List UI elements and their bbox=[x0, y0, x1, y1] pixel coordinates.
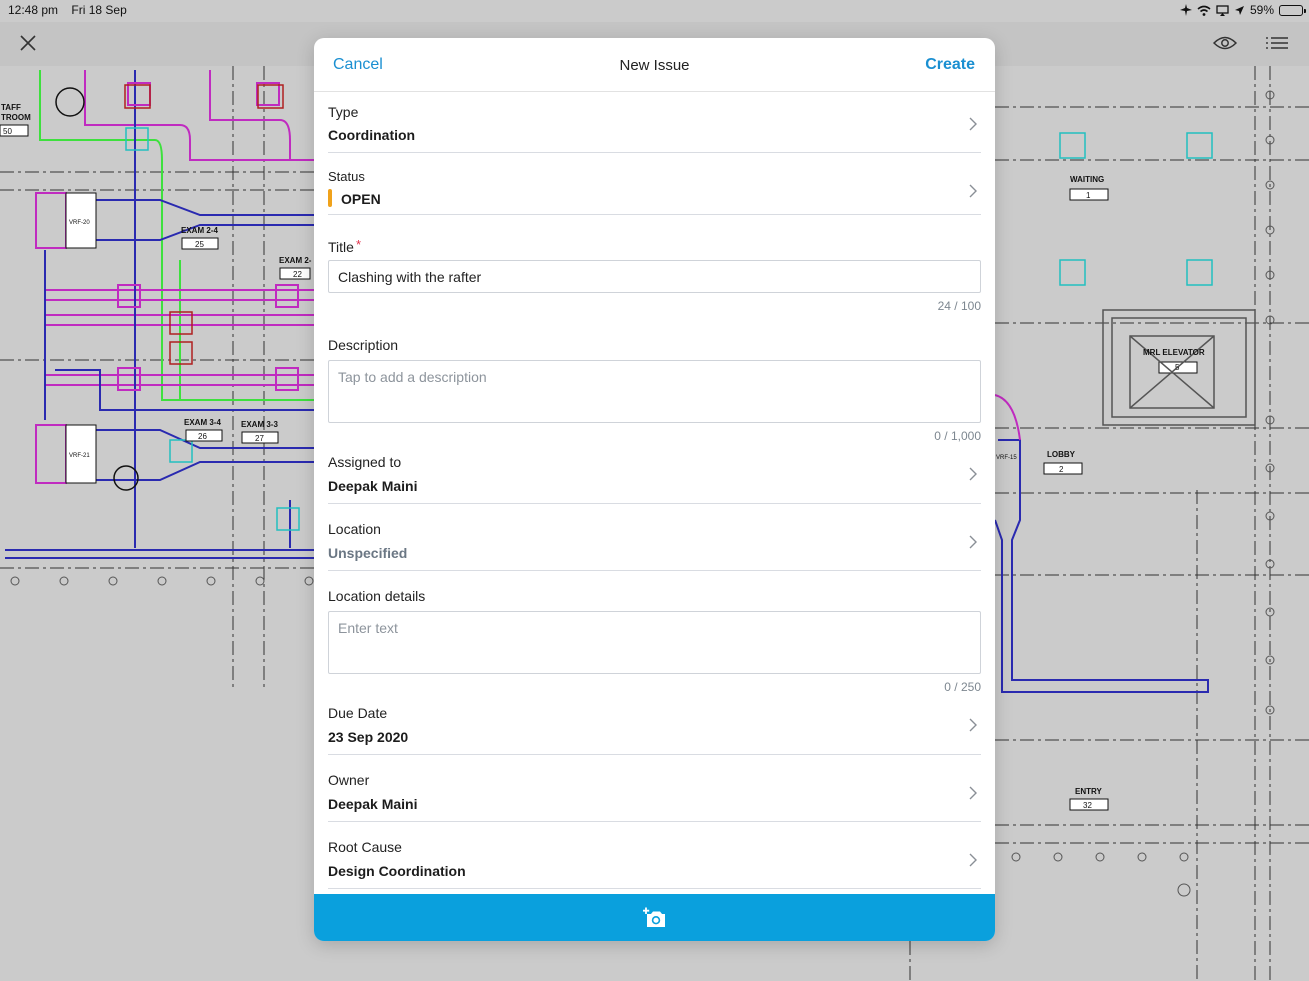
due-date-value: 23 Sep 2020 bbox=[328, 729, 409, 745]
new-issue-modal: Cancel New Issue Create Type Coordinatio… bbox=[314, 38, 995, 941]
root-cause-row[interactable]: Root Cause Design Coordination bbox=[328, 822, 981, 889]
label-entry: ENTRY bbox=[1075, 787, 1102, 796]
description-input[interactable]: Tap to add a description bbox=[328, 360, 981, 423]
location-icon bbox=[1234, 5, 1244, 15]
location-details-input[interactable]: Enter text bbox=[328, 611, 981, 674]
label-taff: TAFF bbox=[1, 103, 21, 112]
label-26: 26 bbox=[198, 432, 207, 441]
list-button[interactable] bbox=[1262, 30, 1292, 56]
chevron-right-icon bbox=[969, 718, 977, 732]
location-label: Location bbox=[328, 521, 381, 537]
label-25: 25 bbox=[195, 240, 204, 249]
label-50: 50 bbox=[3, 127, 12, 136]
assigned-to-row[interactable]: Assigned to Deepak Maini bbox=[328, 448, 981, 504]
label-waiting: WAITING bbox=[1070, 175, 1104, 184]
label-vrf-20: VRF-20 bbox=[69, 220, 90, 226]
description-label: Description bbox=[328, 337, 399, 353]
modal-title: New Issue bbox=[619, 57, 690, 74]
assigned-to-value: Deepak Maini bbox=[328, 478, 418, 494]
location-value: Unspecified bbox=[328, 545, 408, 561]
label-1: 1 bbox=[1086, 191, 1091, 200]
owner-label: Owner bbox=[328, 772, 370, 788]
status-row[interactable]: Status OPEN bbox=[328, 153, 981, 215]
status-color-bar bbox=[328, 189, 332, 207]
type-label: Type bbox=[328, 104, 359, 120]
assigned-to-label: Assigned to bbox=[328, 454, 402, 470]
chevron-right-icon bbox=[969, 467, 977, 481]
location-row[interactable]: Location Unspecified bbox=[328, 504, 981, 571]
owner-value: Deepak Maini bbox=[328, 796, 418, 812]
status-value-wrap: OPEN bbox=[328, 189, 381, 207]
close-icon bbox=[20, 35, 36, 51]
title-counter: 24 / 100 bbox=[937, 299, 981, 313]
eye-icon bbox=[1213, 36, 1237, 50]
label-mrl-elevator: MRL ELEVATOR bbox=[1143, 348, 1205, 357]
visibility-button[interactable] bbox=[1210, 30, 1240, 56]
due-date-row[interactable]: Due Date 23 Sep 2020 bbox=[328, 699, 981, 755]
due-date-label: Due Date bbox=[328, 705, 388, 721]
label-vrf-15: VRF-15 bbox=[996, 455, 1017, 461]
label-troom: TROOM bbox=[1, 113, 31, 122]
label-exam-2: EXAM 2- bbox=[279, 256, 312, 265]
root-cause-value: Design Coordination bbox=[328, 863, 466, 879]
chevron-right-icon bbox=[969, 535, 977, 549]
label-exam-3-3: EXAM 3-3 bbox=[241, 420, 278, 429]
battery-icon bbox=[1279, 4, 1306, 16]
label-exam-3-4: EXAM 3-4 bbox=[184, 418, 221, 427]
status-value: OPEN bbox=[341, 191, 381, 207]
label-22: 22 bbox=[293, 270, 302, 279]
label-2: 2 bbox=[1059, 465, 1064, 474]
label-27: 27 bbox=[255, 434, 264, 443]
battery-percent: 59% bbox=[1249, 3, 1274, 17]
title-input[interactable]: Clashing with the rafter bbox=[328, 260, 981, 293]
owner-row[interactable]: Owner Deepak Maini bbox=[328, 755, 981, 822]
airplane-icon bbox=[1179, 4, 1192, 16]
create-button[interactable]: Create bbox=[925, 56, 975, 74]
status-bar: 12:48 pm Fri 18 Sep 59% bbox=[0, 0, 1309, 22]
chevron-right-icon bbox=[969, 853, 977, 867]
screen-mirror-icon bbox=[1216, 4, 1229, 16]
chevron-right-icon bbox=[969, 117, 977, 131]
type-row[interactable]: Type Coordination bbox=[328, 93, 981, 153]
status-date: Fri 18 Sep bbox=[71, 3, 127, 17]
location-details-counter: 0 / 250 bbox=[944, 680, 981, 694]
description-counter: 0 / 1,000 bbox=[934, 429, 981, 443]
list-icon bbox=[1266, 37, 1288, 49]
chevron-right-icon bbox=[969, 786, 977, 800]
status-label: Status bbox=[328, 169, 365, 184]
issue-form: Type Coordination Status OPEN Title * Cla… bbox=[328, 93, 981, 889]
title-label: Title * bbox=[328, 237, 361, 255]
add-photo-icon bbox=[642, 907, 665, 927]
title-label-text: Title bbox=[328, 239, 354, 255]
chevron-right-icon bbox=[969, 184, 977, 198]
location-details-label: Location details bbox=[328, 588, 426, 604]
type-value: Coordination bbox=[328, 127, 416, 143]
add-photo-button[interactable] bbox=[314, 894, 995, 941]
status-time: 12:48 pm bbox=[8, 3, 59, 17]
close-button[interactable] bbox=[14, 30, 42, 56]
wifi-icon bbox=[1197, 5, 1211, 16]
label-exam-2-4: EXAM 2-4 bbox=[181, 226, 218, 235]
label-lobby: LOBBY bbox=[1047, 450, 1076, 459]
label-5: 5 bbox=[1175, 363, 1180, 372]
modal-header: Cancel New Issue Create bbox=[314, 38, 995, 92]
root-cause-label: Root Cause bbox=[328, 839, 402, 855]
required-mark: * bbox=[355, 237, 361, 252]
label-vrf-21: VRF-21 bbox=[69, 453, 90, 459]
label-32: 32 bbox=[1083, 801, 1092, 810]
